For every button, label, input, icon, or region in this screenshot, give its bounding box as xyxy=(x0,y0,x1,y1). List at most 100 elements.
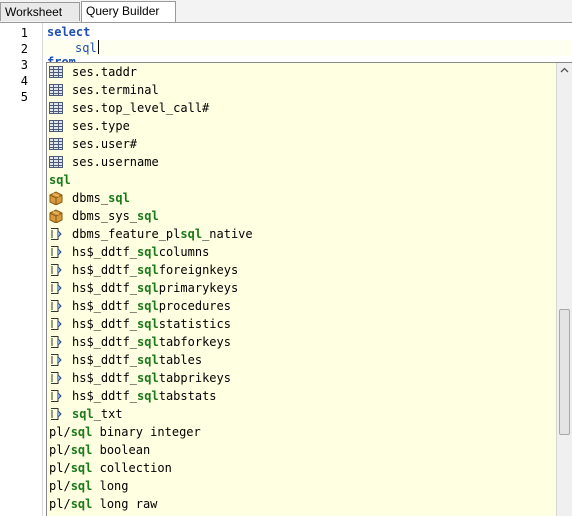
view-icon xyxy=(49,227,63,241)
autocomplete-popup[interactable]: ses.taddr ses.terminal ses.top_level_call#… xyxy=(46,62,572,516)
autocomplete-item[interactable]: pl/sql binary integer xyxy=(47,423,527,441)
match-highlight: sql xyxy=(137,389,159,403)
view-icon xyxy=(49,263,63,277)
match-highlight: sql xyxy=(137,209,159,223)
match-highlight: sql xyxy=(137,245,159,259)
autocomplete-item[interactable]: pl/sql boolean xyxy=(47,441,527,459)
autocomplete-item-label: dbms_sql xyxy=(72,191,130,205)
autocomplete-item-label: hs$_ddtf_sqlprimarykeys xyxy=(72,281,239,295)
autocomplete-item-label: hs$_ddtf_sqltables xyxy=(72,353,203,367)
match-highlight: sql xyxy=(70,425,93,439)
match-highlight: sql xyxy=(137,299,159,313)
autocomplete-list: ses.taddr ses.terminal ses.top_level_call#… xyxy=(47,63,527,513)
text-cursor xyxy=(97,40,99,54)
autocomplete-item[interactable]: sql_txt xyxy=(47,405,527,423)
popup-scrollbar[interactable] xyxy=(556,63,572,516)
view-icon xyxy=(49,245,63,259)
autocomplete-item-label: hs$_ddtf_sqltabstats xyxy=(72,389,217,403)
autocomplete-item-label: dbms_feature_plsql_native xyxy=(72,227,253,241)
table-column-icon xyxy=(49,83,63,97)
table-column-icon xyxy=(49,119,63,133)
autocomplete-item[interactable]: hs$_ddtf_sqltables xyxy=(47,351,527,369)
scroll-up-button[interactable] xyxy=(557,63,572,78)
autocomplete-item[interactable]: hs$_ddtf_sqltabstats xyxy=(47,387,527,405)
match-highlight: sql xyxy=(180,227,203,241)
autocomplete-item-label: pl/sql collection xyxy=(49,461,172,475)
match-highlight: sql xyxy=(72,407,94,421)
line-number: 4 xyxy=(20,74,28,88)
view-icon xyxy=(49,407,63,421)
line-number: 1 xyxy=(20,26,28,40)
match-highlight: sql xyxy=(70,461,93,475)
autocomplete-item-label: hs$_ddtf_sqlcolumns xyxy=(72,245,210,259)
match-highlight: sql xyxy=(70,479,93,493)
match-highlight: sql xyxy=(137,317,159,331)
code-token-sql: sql xyxy=(75,41,97,55)
table-column-icon xyxy=(49,155,63,169)
autocomplete-item-label: pl/sql binary integer xyxy=(49,425,201,439)
autocomplete-item[interactable]: ses.terminal xyxy=(47,81,527,99)
table-column-icon xyxy=(49,65,63,79)
chevron-up-icon xyxy=(560,67,569,73)
view-icon xyxy=(49,371,63,385)
tab-worksheet[interactable]: Worksheet xyxy=(0,2,80,21)
autocomplete-item-label: hs$_ddtf_sqlprocedures xyxy=(72,299,231,313)
autocomplete-item[interactable]: pl/sql long xyxy=(47,477,527,495)
autocomplete-item-label: ses.user# xyxy=(72,137,138,151)
autocomplete-item-label: ses.username xyxy=(72,155,159,169)
autocomplete-item[interactable]: dbms_feature_plsql_native xyxy=(47,225,527,243)
autocomplete-item[interactable]: ses.username xyxy=(47,153,527,171)
autocomplete-item-label: hs$_ddtf_sqltabforkeys xyxy=(72,335,231,349)
autocomplete-item[interactable]: dbms_sql xyxy=(47,189,527,207)
match-highlight: sql xyxy=(70,497,93,511)
view-icon xyxy=(49,353,63,367)
scrollbar-thumb[interactable] xyxy=(559,309,570,435)
autocomplete-item-label: hs$_ddtf_sqlstatistics xyxy=(72,317,231,331)
current-line-highlight xyxy=(43,40,572,56)
match-highlight: sql xyxy=(137,353,159,367)
table-column-icon xyxy=(49,101,63,115)
gutter-divider xyxy=(42,23,43,516)
autocomplete-item-label: ses.terminal xyxy=(72,83,159,97)
code-line-2[interactable]: sql xyxy=(75,40,99,56)
code-line-1[interactable]: select xyxy=(47,24,90,40)
autocomplete-item-label: hs$_ddtf_sqlforeignkeys xyxy=(72,263,239,277)
match-highlight: sql xyxy=(137,371,159,385)
autocomplete-item[interactable]: ses.taddr xyxy=(47,63,527,81)
match-highlight: sql xyxy=(70,443,93,457)
line-number: 2 xyxy=(20,42,28,56)
view-icon xyxy=(49,389,63,403)
autocomplete-item-label: hs$_ddtf_sqltabprikeys xyxy=(72,371,231,385)
autocomplete-item[interactable]: hs$_ddtf_sqltabforkeys xyxy=(47,333,527,351)
view-icon xyxy=(49,281,63,295)
autocomplete-item-label: ses.top_level_call# xyxy=(72,101,210,115)
view-icon xyxy=(49,299,63,313)
autocomplete-item[interactable]: hs$_ddtf_sqlforeignkeys xyxy=(47,261,527,279)
autocomplete-item[interactable]: hs$_ddtf_sqlcolumns xyxy=(47,243,527,261)
autocomplete-item[interactable]: dbms_sys_sql xyxy=(47,207,527,225)
autocomplete-item-label: pl/sql boolean xyxy=(49,443,151,457)
autocomplete-group-header: sql xyxy=(47,171,527,189)
autocomplete-item[interactable]: hs$_ddtf_sqltabprikeys xyxy=(47,369,527,387)
match-highlight: sql xyxy=(137,281,159,295)
group-header-label: sql xyxy=(49,173,71,187)
autocomplete-item[interactable]: ses.type xyxy=(47,117,527,135)
autocomplete-item-label: ses.type xyxy=(72,119,130,133)
autocomplete-item[interactable]: pl/sql long raw xyxy=(47,495,527,513)
view-icon xyxy=(49,335,63,349)
autocomplete-item-label: pl/sql long raw xyxy=(49,497,158,511)
line-number-gutter: 1 2 3 4 5 xyxy=(0,23,42,516)
line-number: 3 xyxy=(20,58,28,72)
autocomplete-item[interactable]: ses.top_level_call# xyxy=(47,99,527,117)
autocomplete-item-label: pl/sql long xyxy=(49,479,129,493)
match-highlight: sql xyxy=(137,263,159,277)
line-number: 5 xyxy=(20,90,28,104)
autocomplete-item[interactable]: hs$_ddtf_sqlstatistics xyxy=(47,315,527,333)
match-highlight: sql xyxy=(137,335,159,349)
autocomplete-item[interactable]: hs$_ddtf_sqlprocedures xyxy=(47,297,527,315)
autocomplete-item-label: sql_txt xyxy=(72,407,123,421)
tab-query-builder[interactable]: Query Builder xyxy=(81,1,176,22)
autocomplete-item[interactable]: pl/sql collection xyxy=(47,459,527,477)
autocomplete-item[interactable]: ses.user# xyxy=(47,135,527,153)
autocomplete-item[interactable]: hs$_ddtf_sqlprimarykeys xyxy=(47,279,527,297)
